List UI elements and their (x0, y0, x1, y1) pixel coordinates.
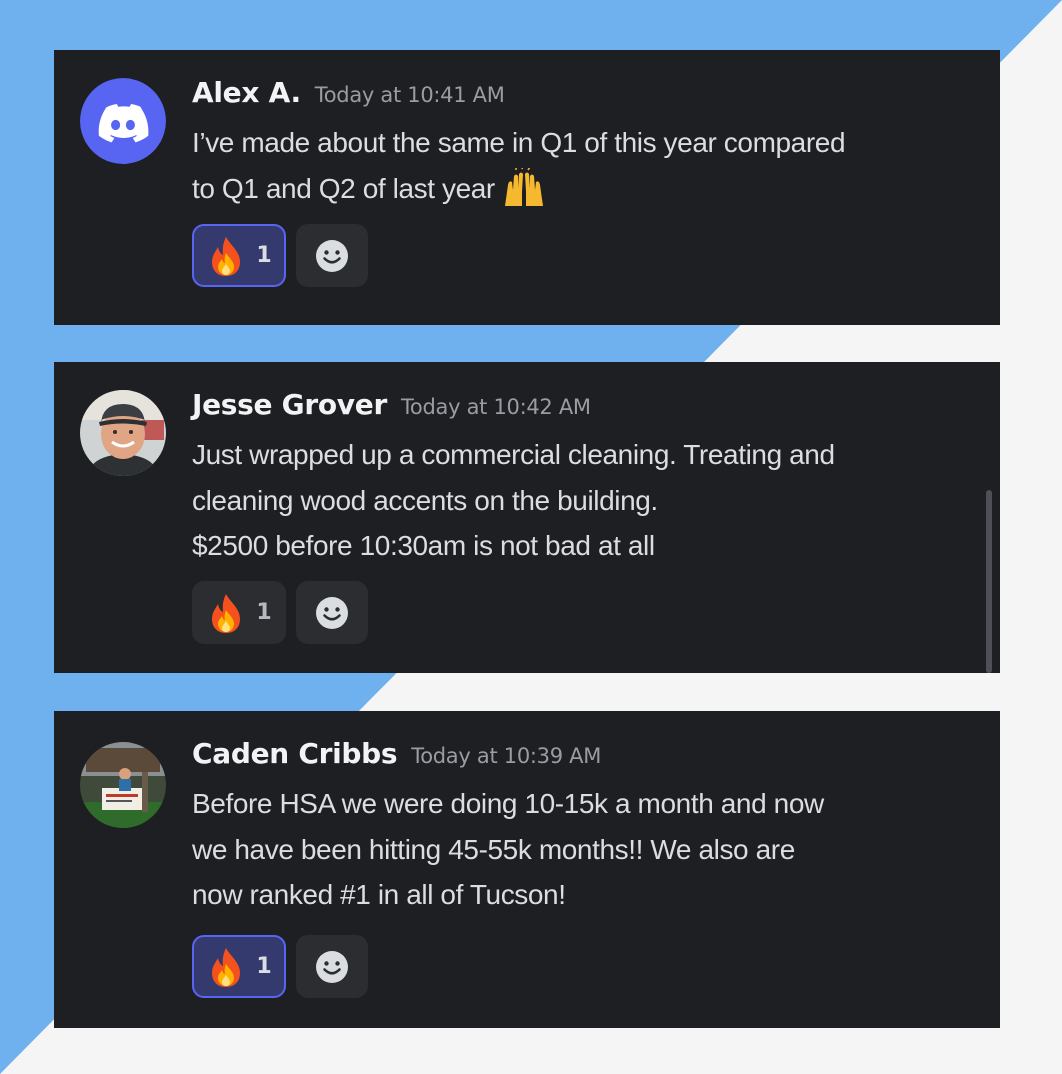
add-reaction-button[interactable] (296, 581, 368, 644)
avatar[interactable] (80, 390, 166, 476)
message-line: $2500 before 10:30am is not bad at all (192, 530, 655, 561)
reaction-count: 1 (256, 243, 272, 268)
smiley-icon (316, 950, 348, 983)
reaction-fire[interactable]: 1 (192, 581, 286, 644)
add-reaction-button[interactable] (296, 224, 368, 287)
message-card: Alex A. Today at 10:41 AM I’ve made about… (54, 50, 1000, 325)
smiley-icon (316, 596, 348, 629)
timestamp: Today at 10:42 AM (400, 395, 591, 419)
message-text: Just wrapped up a commercial cleaning. T… (192, 432, 992, 569)
message-line: now ranked #1 in all of Tucson! (192, 879, 566, 910)
raising-hands-icon (505, 165, 544, 206)
message-line-with-emoji: to Q1 and Q2 of last year (192, 165, 992, 212)
reaction-count: 1 (256, 600, 272, 625)
fire-icon (212, 236, 241, 276)
timestamp: Today at 10:41 AM (314, 83, 505, 107)
avatar[interactable] (80, 742, 166, 828)
timestamp: Today at 10:39 AM (411, 744, 602, 768)
discord-logo-icon (80, 78, 166, 164)
reactions-bar: 1 (192, 581, 368, 644)
message-card: Caden Cribbs Today at 10:39 AM Before HSA… (54, 711, 1000, 1028)
username[interactable]: Jesse Grover (192, 388, 387, 421)
message-line: to Q1 and Q2 of last year (192, 172, 495, 204)
reactions-bar: 1 (192, 224, 368, 287)
reaction-fire[interactable]: 1 (192, 935, 286, 998)
message-line: I’ve made about the same in Q1 of this y… (192, 127, 846, 158)
message-line: we have been hitting 45-55k months!! We … (192, 833, 795, 865)
smiley-icon (316, 239, 348, 272)
fire-icon (212, 947, 241, 987)
username[interactable]: Caden Cribbs (192, 737, 398, 770)
message-header: Jesse Grover Today at 10:42 AM (192, 388, 591, 421)
reaction-count: 1 (256, 954, 272, 979)
message-line: cleaning wood accents on the building. (192, 484, 658, 516)
message-text: Before HSA we were doing 10-15k a month … (192, 781, 992, 918)
message-header: Caden Cribbs Today at 10:39 AM (192, 737, 601, 770)
user-photo-icon (80, 742, 166, 828)
message-header: Alex A. Today at 10:41 AM (192, 76, 505, 109)
avatar[interactable] (80, 78, 166, 164)
reaction-fire[interactable]: 1 (192, 224, 286, 287)
message-line: Just wrapped up a commercial cleaning. T… (192, 439, 835, 470)
reactions-bar: 1 (192, 935, 368, 998)
message-line: Before HSA we were doing 10-15k a month … (192, 788, 824, 819)
add-reaction-button[interactable] (296, 935, 368, 998)
message-text: I’ve made about the same in Q1 of this y… (192, 120, 992, 211)
scrollbar[interactable] (986, 490, 992, 673)
message-card: Jesse Grover Today at 10:42 AM Just wrapp… (54, 362, 1000, 673)
user-photo-icon (80, 390, 166, 476)
username[interactable]: Alex A. (192, 76, 301, 109)
fire-icon (212, 593, 241, 633)
